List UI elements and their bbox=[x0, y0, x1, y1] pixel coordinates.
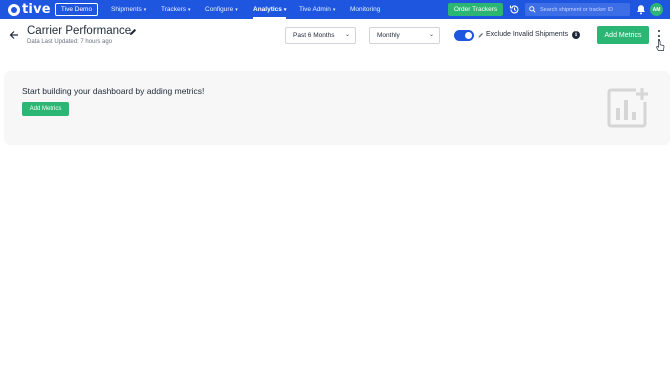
mouse-cursor-icon bbox=[656, 40, 665, 51]
chevron-down-icon: ▾ bbox=[283, 6, 287, 13]
nav-monitoring[interactable]: Monitoring bbox=[350, 0, 380, 19]
pencil-icon bbox=[478, 33, 483, 38]
edit-icon[interactable] bbox=[129, 28, 137, 36]
info-icon[interactable]: i bbox=[572, 31, 580, 39]
search-bar[interactable] bbox=[525, 3, 630, 16]
logo-mark-icon bbox=[8, 3, 20, 16]
search-input[interactable] bbox=[540, 6, 630, 13]
back-arrow-icon[interactable] bbox=[9, 30, 19, 40]
nav-label: Analytics bbox=[253, 6, 282, 13]
workspace-button[interactable]: Tive Demo bbox=[55, 3, 98, 16]
brand-logo[interactable]: tive bbox=[8, 2, 51, 17]
nav-tive-admin[interactable]: Tive Admin ▾ bbox=[299, 0, 335, 19]
nav-label: Tive Admin bbox=[299, 6, 331, 13]
chevron-down-icon: ▾ bbox=[188, 6, 191, 13]
nav-label: Shipments bbox=[111, 6, 142, 13]
date-range-select[interactable]: Past 6 Months ⌄ bbox=[285, 27, 356, 44]
period-value: Monthly bbox=[377, 32, 400, 39]
empty-state-add-metrics-button[interactable]: Add Metrics bbox=[22, 102, 69, 116]
last-updated-text: Data Last Updated: 7 hours ago bbox=[27, 39, 113, 45]
bell-icon[interactable] bbox=[636, 4, 646, 15]
add-metrics-button[interactable]: Add Metrics bbox=[597, 26, 649, 44]
chevron-down-icon: ⌄ bbox=[344, 32, 350, 38]
date-range-value: Past 6 Months bbox=[293, 32, 335, 39]
kebab-dot bbox=[658, 34, 660, 37]
chevron-down-icon: ▾ bbox=[332, 6, 336, 13]
chart-add-icon bbox=[607, 88, 648, 128]
period-select[interactable]: Monthly ⌄ bbox=[369, 27, 440, 44]
chevron-down-icon: ▾ bbox=[143, 6, 147, 13]
exclude-invalid-toggle[interactable] bbox=[454, 30, 474, 41]
nav-shipments[interactable]: Shipments ▾ bbox=[111, 0, 146, 19]
search-icon bbox=[529, 6, 536, 13]
page-title: Carrier Performance bbox=[27, 25, 132, 37]
nav-configure[interactable]: Configure ▾ bbox=[205, 0, 238, 19]
brand-name: tive bbox=[22, 2, 51, 17]
nav-label: Trackers bbox=[161, 6, 187, 13]
nav-trackers[interactable]: Trackers ▾ bbox=[161, 0, 191, 19]
empty-dashboard-card bbox=[4, 71, 670, 145]
exclude-invalid-label: Exclude Invalid Shipments bbox=[486, 31, 569, 38]
nav-label: Configure bbox=[205, 6, 234, 13]
chevron-down-icon: ▾ bbox=[235, 6, 238, 13]
order-trackers-button[interactable]: Order Trackers bbox=[448, 3, 503, 16]
avatar[interactable]: AM bbox=[650, 3, 663, 16]
kebab-dot bbox=[658, 30, 660, 32]
empty-state-message: Start building your dashboard by adding … bbox=[22, 86, 205, 96]
chevron-down-icon: ⌄ bbox=[428, 32, 434, 38]
nav-analytics[interactable]: Analytics ▾ bbox=[253, 0, 287, 19]
history-icon[interactable] bbox=[509, 4, 520, 15]
nav-label: Monitoring bbox=[350, 6, 381, 13]
